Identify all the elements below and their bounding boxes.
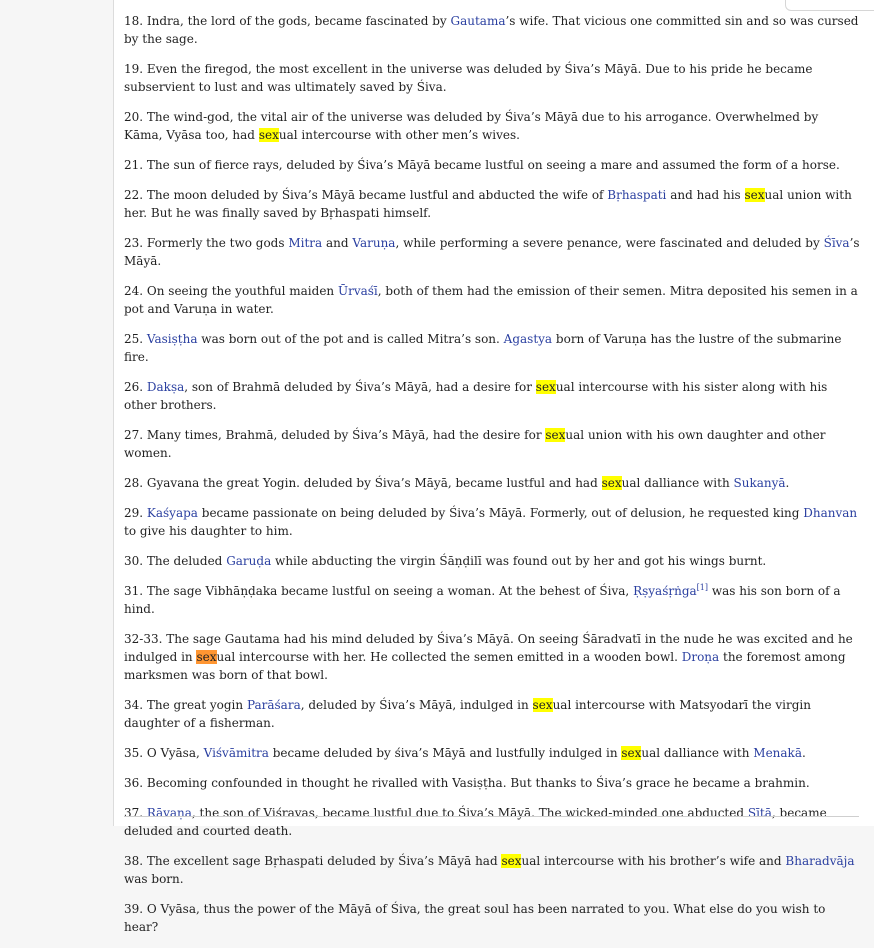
verse-text: became passionate on being deluded by Śi… xyxy=(197,506,804,520)
verse-text: was born. xyxy=(124,872,184,886)
search-highlight: sex xyxy=(601,476,622,490)
verse-text: ual dalliance with xyxy=(621,476,734,490)
verse-paragraph: 24. On seeing the youthful maiden Ūrvaśī… xyxy=(124,282,860,318)
verse-text: 34. The great yogin xyxy=(124,698,247,712)
verse-paragraph: 21. The sun of fierce rays, deluded by Ś… xyxy=(124,156,860,174)
verse-text: while abducting the virgin Śāṇḍilī was f… xyxy=(271,554,767,568)
glossary-link[interactable]: Menakā xyxy=(753,746,802,760)
verse-paragraph: 25. Vasiṣṭha was born out of the pot and… xyxy=(124,330,860,366)
verse-text: 22. The moon deluded by Śiva’s Māyā beca… xyxy=(124,188,608,202)
verse-text: ual intercourse with her. He collected t… xyxy=(216,650,682,664)
glossary-link[interactable]: Viśvāmitra xyxy=(204,746,269,760)
article-page: 18. Indra, the lord of the gods, became … xyxy=(113,0,874,934)
verse-text: ual intercourse with his brother’s wife … xyxy=(521,854,786,868)
verse-text: 38. The excellent sage Bṛhaspati deluded… xyxy=(124,854,502,868)
glossary-link[interactable]: Kaśyapa xyxy=(147,506,198,520)
verse-paragraph: 32-33. The sage Gautama had his mind del… xyxy=(124,630,860,684)
glossary-link[interactable]: Varuṇa xyxy=(352,236,395,250)
glossary-link[interactable]: Bṛhaspati xyxy=(607,188,666,202)
verse-paragraph: 31. The sage Vibhāṇḍaka became lustful o… xyxy=(124,582,860,618)
glossary-link[interactable]: Dakṣa xyxy=(147,380,184,394)
verse-paragraph: 38. The excellent sage Bṛhaspati deluded… xyxy=(124,852,860,888)
search-highlight-current: sex xyxy=(196,650,217,664)
verse-text: 26. xyxy=(124,380,147,394)
glossary-link[interactable]: Śīva xyxy=(824,236,850,250)
verse-paragraph: 26. Dakṣa, son of Brahmā deluded by Śiva… xyxy=(124,378,860,414)
verse-paragraph: 23. Formerly the two gods Mitra and Varu… xyxy=(124,234,860,270)
verse-paragraph: 27. Many times, Brahmā, deluded by Śiva’… xyxy=(124,426,860,462)
verse-text: , son of Brahmā deluded by Śiva’s Māyā, … xyxy=(184,380,536,394)
glossary-link[interactable]: Mitra xyxy=(288,236,322,250)
verse-text: 29. xyxy=(124,506,147,520)
verse-text: 31. The sage Vibhāṇḍaka became lustful o… xyxy=(124,584,634,598)
verse-text: 30. The deluded xyxy=(124,554,227,568)
footnote-reference[interactable]: [1] xyxy=(697,583,708,592)
glossary-link[interactable]: Garuḍa xyxy=(226,554,271,568)
verse-text: was born out of the pot and is called Mi… xyxy=(197,332,504,346)
verse-paragraph: 28. Gyavana the great Yogin. deluded by … xyxy=(124,474,860,492)
verse-text: 35. O Vyāsa, xyxy=(124,746,204,760)
bottom-divider xyxy=(124,816,859,817)
verse-paragraph: 20. The wind-god, the vital air of the u… xyxy=(124,108,860,144)
verse-text: 37. xyxy=(124,806,147,820)
search-highlight: sex xyxy=(532,698,553,712)
glossary-link[interactable]: Bharadvāja xyxy=(785,854,854,868)
verse-paragraph: 29. Kaśyapa became passionate on being d… xyxy=(124,504,860,540)
glossary-link[interactable]: Gautama xyxy=(451,14,506,28)
verse-text: and had his xyxy=(666,188,745,202)
glossary-link[interactable]: Droṇa xyxy=(682,650,719,664)
verse-text: became deluded by śiva’s Māyā and lustfu… xyxy=(268,746,622,760)
verse-text: . xyxy=(801,746,806,760)
verse-text: 21. The sun of fierce rays, deluded by Ś… xyxy=(124,158,840,172)
verse-text: , the son of Viśravas, became lustful du… xyxy=(191,806,748,820)
verse-text: 24. On seeing the youthful maiden xyxy=(124,284,338,298)
glossary-link[interactable]: Vasiṣṭha xyxy=(147,332,198,346)
glossary-link[interactable]: Parāśara xyxy=(247,698,301,712)
verse-paragraph: 37. Rāvaṇa, the son of Viśravas, became … xyxy=(124,804,860,840)
glossary-link[interactable]: Agastya xyxy=(504,332,552,346)
verse-text: 18. Indra, the lord of the gods, became … xyxy=(124,14,451,28)
search-highlight: sex xyxy=(258,128,279,142)
verse-paragraph: 19. Even the firegod, the most excellent… xyxy=(124,60,860,96)
verse-paragraph: 39. O Vyāsa, thus the power of the Māyā … xyxy=(124,900,860,936)
search-highlight: sex xyxy=(621,746,642,760)
verse-paragraph: 18. Indra, the lord of the gods, became … xyxy=(124,12,860,48)
top-right-tab xyxy=(785,0,874,11)
verse-text: . xyxy=(785,476,790,490)
verse-text: 27. Many times, Brahmā, deluded by Śiva’… xyxy=(124,428,546,442)
verse-text: ual intercourse with other men’s wives. xyxy=(278,128,520,142)
search-highlight: sex xyxy=(744,188,765,202)
verse-paragraph: 34. The great yogin Parāśara, deluded by… xyxy=(124,696,860,732)
search-highlight: sex xyxy=(545,428,566,442)
search-highlight: sex xyxy=(535,380,556,394)
verse-text: 28. Gyavana the great Yogin. deluded by … xyxy=(124,476,602,490)
glossary-link[interactable]: Ūrvaśī xyxy=(338,284,378,298)
verse-text: 19. Even the firegod, the most excellent… xyxy=(124,62,813,94)
verse-text: and xyxy=(322,236,353,250)
verse-text: , while performing a severe penance, wer… xyxy=(395,236,824,250)
verse-paragraph: 22. The moon deluded by Śiva’s Māyā beca… xyxy=(124,186,860,222)
glossary-link[interactable]: Dhanvan xyxy=(803,506,857,520)
verse-text: to give his daughter to him. xyxy=(124,524,293,538)
verse-paragraph: 30. The deluded Garuḍa while abducting t… xyxy=(124,552,860,570)
glossary-link[interactable]: Sītā xyxy=(748,806,772,820)
verse-text: , deluded by Śiva’s Māyā, indulged in xyxy=(300,698,533,712)
verse-text: 23. Formerly the two gods xyxy=(124,236,289,250)
verse-paragraph: 35. O Vyāsa, Viśvāmitra became deluded b… xyxy=(124,744,860,762)
verse-list: 18. Indra, the lord of the gods, became … xyxy=(124,12,860,948)
verse-paragraph: 36. Becoming confounded in thought he ri… xyxy=(124,774,860,792)
glossary-link[interactable]: Ṛṣyaśṛṅga xyxy=(633,584,697,598)
verse-text: 39. O Vyāsa, thus the power of the Māyā … xyxy=(124,902,826,934)
search-highlight: sex xyxy=(501,854,522,868)
glossary-link[interactable]: Rāvaṇa xyxy=(147,806,192,820)
verse-text: 36. Becoming confounded in thought he ri… xyxy=(124,776,810,790)
verse-text: ual dalliance with xyxy=(641,746,754,760)
verse-text: 25. xyxy=(124,332,147,346)
glossary-link[interactable]: Sukanyā xyxy=(734,476,786,490)
